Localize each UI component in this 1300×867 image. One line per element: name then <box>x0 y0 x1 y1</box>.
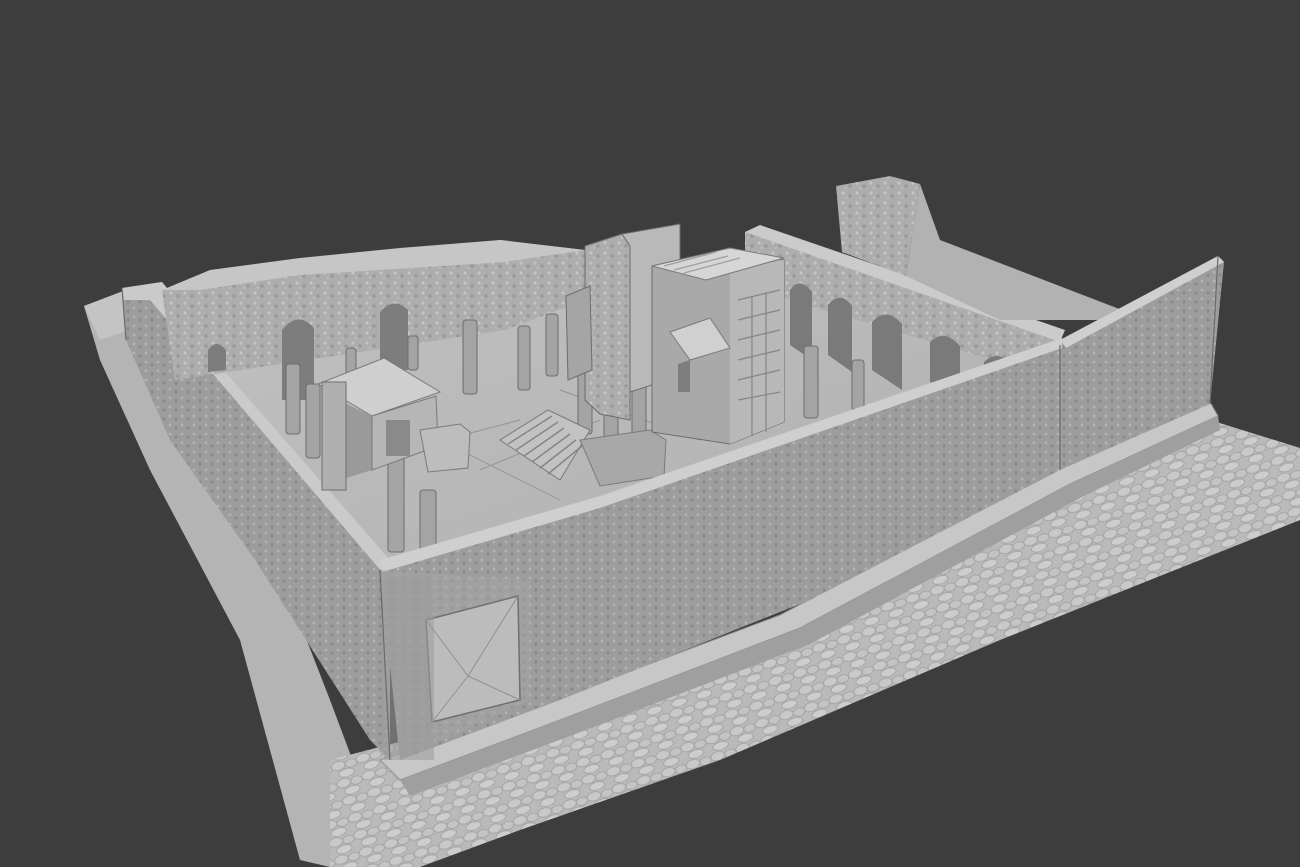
3d-viewport[interactable] <box>0 0 1300 867</box>
tower-block <box>651 247 785 445</box>
scan-model-render <box>0 0 1300 867</box>
